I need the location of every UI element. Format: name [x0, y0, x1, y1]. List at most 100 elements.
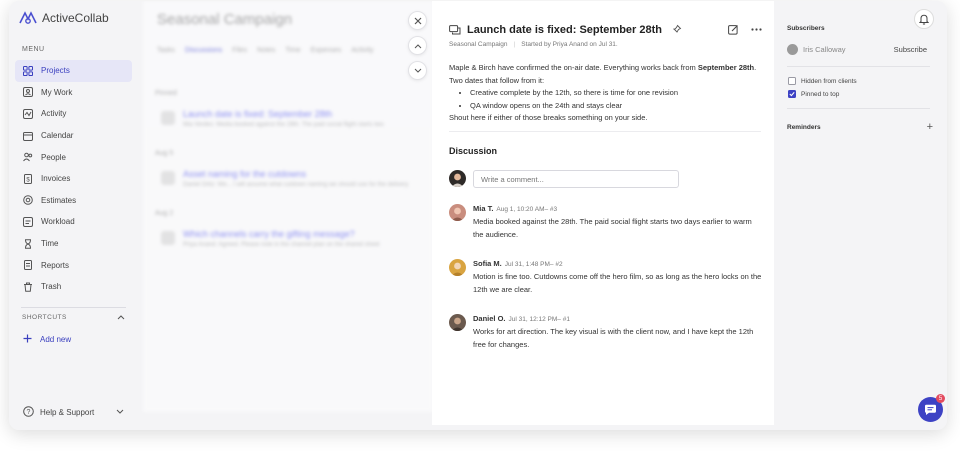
chevron-up-icon: [117, 314, 125, 322]
help-support[interactable]: ? Help & Support: [23, 406, 124, 419]
bg-group-label: Aug 2: [155, 210, 174, 217]
calendar-icon: [23, 131, 33, 141]
pinned-to-top-checkbox[interactable]: Pinned to top: [788, 90, 839, 98]
sidebar-item-activity[interactable]: Activity: [15, 103, 132, 125]
comment-text: Works for art direction. The key visual …: [473, 327, 754, 349]
bg-item-sub: Daniel Ortiz: We... I will assume what c…: [183, 182, 409, 188]
project-link[interactable]: Seasonal Campaign: [449, 41, 508, 48]
sidebar-item-time[interactable]: Time: [15, 233, 132, 255]
shortcuts-label: SHORTCUTS: [22, 314, 67, 321]
sidebar-item-projects[interactable]: Projects: [15, 60, 132, 82]
avatar: [787, 44, 798, 55]
sidebar-item-label: Trash: [41, 282, 62, 292]
sidebar-divider: [21, 307, 126, 308]
comment-text: Media booked against the 28th. The paid …: [473, 217, 752, 239]
details-sidebar: Subscribers Iris Calloway Subscribe Hidd…: [774, 1, 947, 425]
bg-item-title: Asset naming for the cutdowns: [183, 169, 307, 179]
sidebar-item-label: My Work: [41, 87, 73, 97]
body-list: Creative complete by the 12th, so there …: [470, 87, 764, 112]
bg-group-label: Aug 5: [155, 150, 174, 157]
sidebar-item-workload[interactable]: Workload: [15, 211, 132, 233]
discussion-meta: Seasonal Campaign | Started by Priya Ana…: [449, 41, 618, 48]
svg-text:?: ?: [27, 409, 31, 416]
add-reminder-plus-icon[interactable]: +: [927, 121, 933, 133]
bg-item-sub: Priya Anand: Agreed. Please note in the …: [183, 242, 380, 248]
bg-tab: Discussions: [184, 47, 223, 54]
sidebar-item-calendar[interactable]: Calendar: [15, 125, 132, 147]
avatar: [449, 259, 466, 276]
activecollab-logo-icon: [19, 11, 37, 24]
plus-icon: [23, 334, 32, 345]
current-user-avatar: [449, 170, 466, 187]
person-card-icon: [23, 87, 33, 98]
sidebar-item-label: Invoices: [41, 174, 71, 184]
divider: [449, 131, 761, 132]
divider: [787, 66, 930, 67]
bg-tab: Time: [285, 47, 301, 54]
subscribe-button[interactable]: Subscribe: [894, 45, 927, 54]
bg-list-item: Asset naming for the cutdowns Daniel Ort…: [155, 169, 435, 188]
comment-author: Daniel O.: [473, 314, 506, 323]
bg-tab: Activity: [351, 47, 374, 54]
checkbox-checked-icon: [788, 90, 796, 98]
close-icon: [414, 17, 421, 24]
started-by: Started by Priya Anand on Jul 31.: [521, 41, 618, 48]
bg-tab: Expenses: [310, 47, 342, 54]
bg-item-title: Launch date is fixed: September 28th: [183, 109, 333, 119]
chevron-up-icon: [414, 43, 421, 48]
comment-header: Sofia M. Jul 31, 1:48 PM– #2: [473, 259, 563, 268]
shortcuts-header[interactable]: SHORTCUTS: [22, 314, 125, 322]
app-logo[interactable]: ActiveCollab: [19, 11, 109, 25]
discussion-title: Launch date is fixed: September 28th: [467, 24, 662, 36]
bg-list-item: Which channels carry the gifting message…: [155, 229, 435, 248]
bg-list-item: Launch date is fixed: September 28th Mia…: [155, 109, 435, 128]
sidebar: ActiveCollab MENU Projects My Work Activ…: [9, 1, 135, 430]
edit-icon[interactable]: [728, 22, 739, 40]
comment-header: Daniel O. Jul 31, 12:12 PM– #1: [473, 314, 570, 323]
app-window: ActiveCollab MENU Projects My Work Activ…: [9, 1, 947, 430]
pin-icon[interactable]: [672, 21, 682, 39]
sidebar-item-label: Reports: [41, 260, 70, 270]
comment-author: Mia T.: [473, 204, 494, 213]
body-paragraph: Shout here if either of those breaks som…: [449, 113, 648, 123]
divider: [787, 108, 930, 109]
invoice-icon: $: [23, 173, 33, 184]
trash-icon: [23, 282, 33, 292]
bell-icon: [919, 14, 929, 25]
sidebar-item-trash[interactable]: Trash: [15, 276, 132, 298]
sidebar-item-people[interactable]: People: [15, 146, 132, 168]
close-button[interactable]: [408, 11, 427, 30]
chat-support-button[interactable]: 5: [918, 394, 945, 422]
grid-icon: [23, 65, 33, 76]
report-icon: [23, 260, 33, 271]
add-new-shortcut[interactable]: Add new: [23, 334, 71, 345]
avatar: [449, 314, 466, 331]
help-label: Help & Support: [40, 408, 95, 417]
sidebar-item-estimates[interactable]: Estimates: [15, 190, 132, 212]
bg-item-title: Which channels carry the gifting message…: [183, 229, 355, 239]
discussion-panel: Launch date is fixed: September 28th Sea…: [432, 1, 774, 425]
previous-item-button[interactable]: [408, 36, 427, 55]
sidebar-item-my-work[interactable]: My Work: [15, 82, 132, 104]
comment-input[interactable]: [473, 170, 679, 188]
hourglass-icon: [23, 238, 33, 249]
body-paragraph: Maple & Birch have confirmed the on-air …: [449, 63, 757, 85]
subscribers-label: Subscribers: [787, 25, 825, 32]
subscriber-name: Iris Calloway: [803, 45, 846, 54]
sidebar-item-reports[interactable]: Reports: [15, 254, 132, 276]
menu-label: MENU: [22, 46, 45, 53]
comment-meta: Aug 1, 10:20 AM– #3: [496, 206, 558, 213]
chevron-down-icon: [414, 68, 421, 73]
workload-icon: [23, 216, 33, 227]
notifications-button[interactable]: [914, 9, 934, 29]
bg-group-label: Pinned: [155, 90, 177, 97]
chevron-down-icon: [116, 408, 124, 417]
sidebar-item-invoices[interactable]: $ Invoices: [15, 168, 132, 190]
background-project-view: Seasonal Campaign Tasks Discussions File…: [143, 1, 433, 412]
chat-badge: 5: [936, 394, 945, 403]
more-options-icon[interactable]: [751, 22, 762, 40]
avatar: [449, 204, 466, 221]
next-item-button[interactable]: [408, 61, 427, 80]
activity-icon: [23, 108, 33, 119]
hidden-from-clients-checkbox[interactable]: Hidden from clients: [788, 77, 857, 85]
